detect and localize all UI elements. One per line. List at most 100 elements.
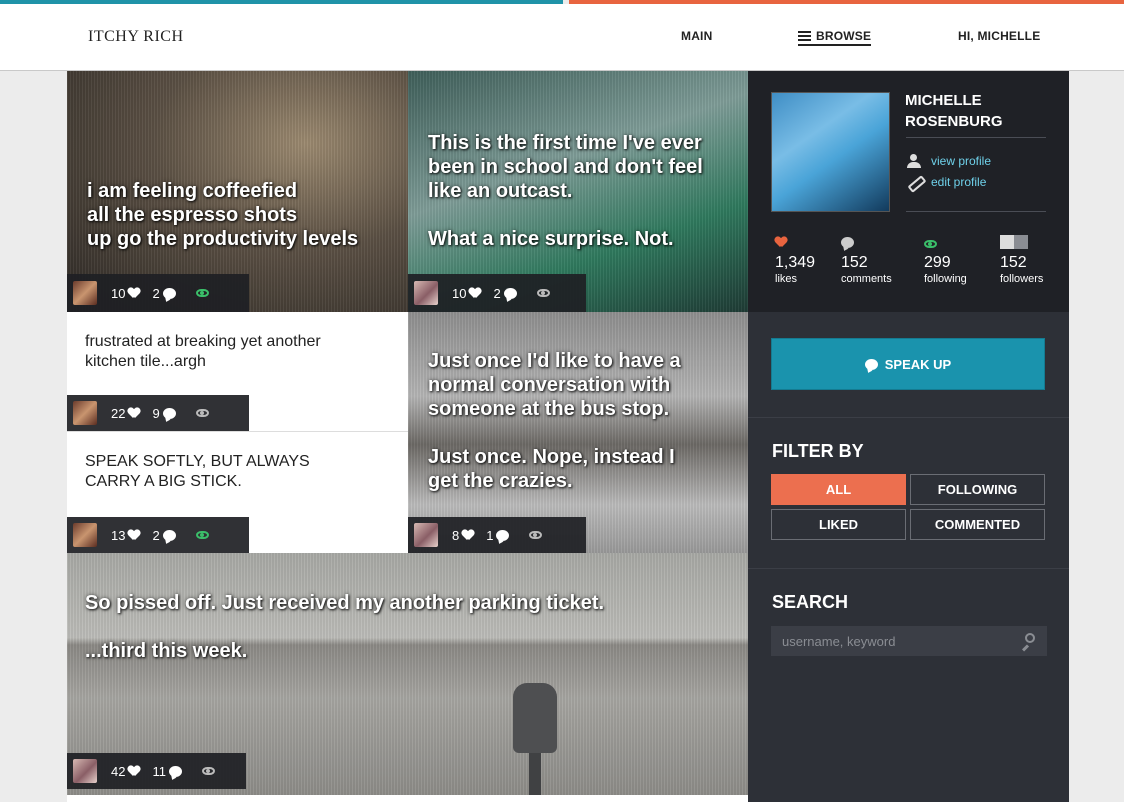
parking-meter-graphic <box>513 683 557 795</box>
comment-icon <box>168 765 182 777</box>
post-text: This is the first time I've ever been in… <box>428 132 703 250</box>
stat-likes[interactable]: 1,349 likes <box>775 235 815 285</box>
eye-icon[interactable] <box>529 531 543 539</box>
profile-photo[interactable] <box>771 92 890 212</box>
comment-icon <box>503 287 517 299</box>
like-count[interactable]: 8 <box>452 528 474 543</box>
eye-icon[interactable] <box>201 767 215 775</box>
post-stats: 42 11 <box>67 753 246 789</box>
filter-following-button[interactable]: FOLLOWING <box>910 474 1045 505</box>
nav-browse-label: BROWSE <box>816 29 872 43</box>
stat-followers[interactable]: 152 followers <box>1000 235 1043 285</box>
list-icon <box>798 31 811 41</box>
stat-value: 1,349 <box>775 254 816 271</box>
stat-value: 152 <box>1000 254 1027 271</box>
nav-browse[interactable]: BROWSE <box>798 29 872 46</box>
like-count-value: 8 <box>452 527 460 543</box>
avatar[interactable] <box>414 523 438 547</box>
view-profile-label: view profile <box>931 154 992 168</box>
stat-label: likes <box>775 273 798 285</box>
like-count-value: 42 <box>111 763 126 779</box>
post-text: i am feeling coffeefied all the espresso… <box>87 180 359 250</box>
comment-count[interactable]: 1 <box>486 527 510 543</box>
comment-count[interactable]: 2 <box>152 527 176 543</box>
filter-commented-button[interactable]: COMMENTED <box>910 509 1045 540</box>
heart-icon <box>128 766 140 777</box>
post-feed: i am feeling coffeefied all the espresso… <box>67 71 748 802</box>
filter-liked-button[interactable]: LIKED <box>771 509 906 540</box>
like-count-value: 13 <box>111 527 126 543</box>
post-card[interactable]: frustrated at breaking yet another kitch… <box>67 312 408 432</box>
like-count[interactable]: 42 <box>111 764 140 779</box>
like-count-value: 10 <box>452 285 467 301</box>
post-text: Just once I'd like to have a normal conv… <box>428 350 681 492</box>
search-input[interactable] <box>771 626 1011 656</box>
comment-count[interactable]: 9 <box>152 406 176 421</box>
profile-name: MICHELLE ROSENBURG <box>905 92 1003 130</box>
comment-icon <box>841 237 854 248</box>
comment-icon <box>162 407 176 419</box>
divider <box>748 568 1069 569</box>
sidebar: MICHELLE ROSENBURG view profile edit pro… <box>748 71 1069 802</box>
post-card[interactable]: i am feeling coffeefied all the espresso… <box>67 71 408 312</box>
eye-icon[interactable] <box>536 289 550 297</box>
post-card[interactable]: So pissed off. Just received my another … <box>67 553 748 795</box>
like-count[interactable]: 10 <box>111 286 140 301</box>
post-card[interactable]: Just once I'd like to have a normal conv… <box>408 312 748 553</box>
comment-count[interactable]: 11 <box>152 764 182 779</box>
like-count-value: 22 <box>111 405 126 421</box>
post-text: So pissed off. Just received my another … <box>85 592 605 662</box>
view-profile-link[interactable]: view profile <box>906 154 991 168</box>
avatar[interactable] <box>73 281 97 305</box>
speak-up-button[interactable]: SPEAK UP <box>771 338 1045 390</box>
filter-all-button[interactable]: ALL <box>771 474 906 505</box>
edit-profile-link[interactable]: edit profile <box>906 175 986 189</box>
comment-icon <box>162 529 176 541</box>
site-logo[interactable]: ITCHY RICH <box>88 28 184 46</box>
post-card[interactable]: SPEAK SOFTLY, BUT ALWAYS CARRY A BIG STI… <box>67 432 408 553</box>
heart-icon <box>128 408 140 419</box>
stat-value: 299 <box>924 254 951 271</box>
post-stats: 22 9 <box>67 395 249 431</box>
post-stats: 10 2 <box>67 274 249 312</box>
comment-icon <box>496 529 510 541</box>
comment-count-value: 2 <box>493 285 501 301</box>
stat-label: followers <box>1000 273 1044 285</box>
avatar[interactable] <box>73 523 97 547</box>
pencil-icon <box>906 175 922 189</box>
edit-profile-label: edit profile <box>931 175 987 189</box>
stat-following[interactable]: 299 following <box>924 235 967 285</box>
comment-count-value: 2 <box>152 285 160 301</box>
search-title: SEARCH <box>772 592 849 612</box>
stat-label: comments <box>841 273 892 285</box>
like-count[interactable]: 22 <box>111 406 140 421</box>
post-stats: 13 2 <box>67 517 249 553</box>
search-icon[interactable] <box>1021 633 1035 647</box>
comment-count-value: 1 <box>486 527 494 543</box>
nav-user-greeting[interactable]: HI, MICHELLE <box>958 29 1040 43</box>
avatar[interactable] <box>73 401 97 425</box>
eye-icon[interactable] <box>195 409 209 417</box>
eye-icon[interactable] <box>195 289 209 297</box>
eye-icon[interactable] <box>195 531 209 539</box>
avatar[interactable] <box>73 759 97 783</box>
nav-main[interactable]: MAIN <box>681 29 712 43</box>
divider <box>748 417 1069 418</box>
people-icon <box>1000 235 1030 249</box>
like-count[interactable]: 10 <box>452 286 481 301</box>
like-count[interactable]: 13 <box>111 528 140 543</box>
stat-comments[interactable]: 152 comments <box>841 235 892 285</box>
avatar[interactable] <box>414 281 438 305</box>
post-card[interactable]: This is the first time I've ever been in… <box>408 71 748 312</box>
filter-title: FILTER BY <box>772 441 864 461</box>
comment-count[interactable]: 2 <box>493 285 517 301</box>
like-count-value: 10 <box>111 285 126 301</box>
comment-count-value: 2 <box>152 527 160 543</box>
speak-up-label: SPEAK UP <box>884 356 952 372</box>
post-stats: 8 1 <box>408 517 586 553</box>
comment-count[interactable]: 2 <box>152 285 176 301</box>
search-box <box>771 626 1047 656</box>
heart-icon <box>128 288 140 299</box>
comment-icon <box>162 287 176 299</box>
user-icon <box>906 154 922 168</box>
